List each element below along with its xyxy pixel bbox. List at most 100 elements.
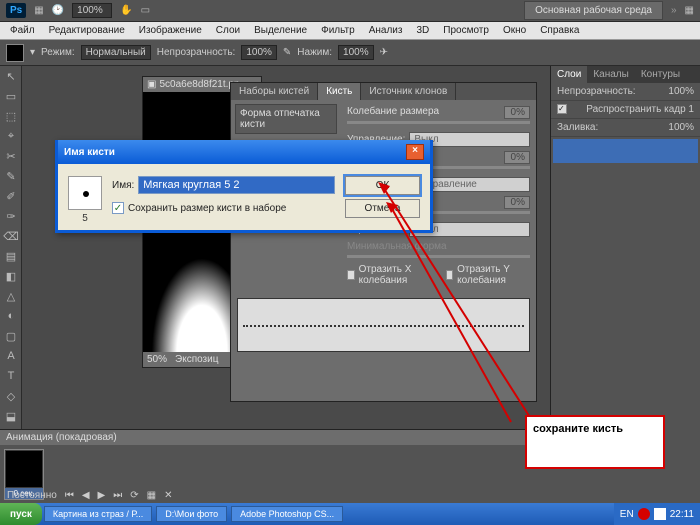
tab-brush[interactable]: Кисть bbox=[318, 83, 361, 100]
size-jitter-slider[interactable] bbox=[347, 121, 530, 124]
menu-edit[interactable]: Редактирование bbox=[43, 23, 131, 38]
tool-heal[interactable]: ✐ bbox=[0, 186, 22, 206]
tool-marquee[interactable]: ▭ bbox=[0, 86, 22, 106]
tool-move[interactable]: ↖ bbox=[0, 66, 22, 86]
tool-stamp[interactable]: ⌫ bbox=[0, 226, 22, 246]
layer-opacity-label: Непрозрачность: bbox=[557, 86, 636, 97]
menu-analysis[interactable]: Анализ bbox=[363, 23, 409, 38]
tool-eyedrop[interactable]: ✎ bbox=[0, 166, 22, 186]
tab-channels[interactable]: Каналы bbox=[587, 66, 635, 83]
history-icon[interactable]: 🕑 bbox=[52, 5, 64, 16]
tool-eraser[interactable]: ◧ bbox=[0, 266, 22, 286]
animation-controls: Постоянно ⏮ ◀ ▶ ⏭ ⟳ ▦ ✕ bbox=[4, 490, 175, 501]
min-shape-slider[interactable] bbox=[347, 255, 530, 258]
flip-y-checkbox[interactable] bbox=[446, 270, 454, 280]
tool-type[interactable]: T bbox=[0, 366, 22, 386]
loop-select[interactable]: Постоянно bbox=[4, 490, 60, 501]
start-button[interactable]: пуск bbox=[0, 503, 42, 525]
lang-indicator[interactable]: EN bbox=[620, 509, 634, 520]
close-button[interactable]: × bbox=[406, 144, 424, 160]
taskbar-item[interactable]: Adobe Photoshop CS... bbox=[231, 506, 343, 522]
animation-panel-title[interactable]: Анимация (покадровая) bbox=[0, 430, 550, 445]
play-button[interactable]: ▶ bbox=[95, 490, 109, 501]
airbrush-icon[interactable]: ✈ bbox=[380, 47, 388, 58]
tool-crop[interactable]: ✂ bbox=[0, 146, 22, 166]
menu-3d[interactable]: 3D bbox=[410, 23, 435, 38]
view-icon[interactable]: ▭ bbox=[141, 5, 150, 16]
system-tray[interactable]: EN 22:11 bbox=[614, 503, 700, 525]
tool-wand[interactable]: ⌖ bbox=[0, 126, 22, 146]
tab-paths[interactable]: Контуры bbox=[635, 66, 686, 83]
tab-layers[interactable]: Слои bbox=[551, 66, 587, 83]
document-status: Экспозиц bbox=[175, 354, 218, 365]
dialog-title: Имя кисти bbox=[64, 147, 115, 158]
flip-x-checkbox[interactable] bbox=[347, 270, 355, 280]
brush-dropdown-icon[interactable]: ▾ bbox=[30, 47, 35, 58]
menu-filter[interactable]: Фильтр bbox=[315, 23, 361, 38]
menu-select[interactable]: Выделение bbox=[248, 23, 313, 38]
menu-image[interactable]: Изображение bbox=[133, 23, 208, 38]
min-diameter-value[interactable]: 0% bbox=[504, 151, 530, 164]
flow-field[interactable]: 100% bbox=[338, 45, 374, 60]
document-zoom[interactable]: 50% bbox=[147, 354, 167, 365]
taskbar-item[interactable]: D:\Мои фото bbox=[156, 506, 227, 522]
flip-y-label: Отразить Y колебания bbox=[457, 264, 530, 286]
propagate-checkbox[interactable] bbox=[557, 104, 567, 114]
menu-layers[interactable]: Слои bbox=[210, 23, 246, 38]
tween-button[interactable]: ⟳ bbox=[127, 490, 141, 501]
tablet-icon[interactable]: ✎ bbox=[283, 47, 291, 58]
cancel-button[interactable]: Отмена bbox=[345, 199, 420, 218]
shape-jitter-value[interactable]: 0% bbox=[504, 196, 530, 209]
tray-icon[interactable] bbox=[654, 508, 666, 520]
app-topbar: Ps ▦ 🕑 100% ✋ ▭ Основная рабочая среда »… bbox=[0, 0, 700, 22]
first-frame-button[interactable]: ⏮ bbox=[62, 490, 77, 501]
mode-select[interactable]: Нормальный bbox=[81, 45, 151, 60]
menu-window[interactable]: Окно bbox=[497, 23, 532, 38]
brush-preset-swatch[interactable] bbox=[6, 44, 24, 62]
workspace-button[interactable]: Основная рабочая среда bbox=[524, 1, 663, 20]
layer-opacity-value[interactable]: 100% bbox=[668, 86, 694, 97]
frame-thumbnail bbox=[6, 451, 42, 487]
layer-fill-value[interactable]: 100% bbox=[668, 122, 694, 133]
tool-dodge[interactable]: ▢ bbox=[0, 326, 22, 346]
brush-name-dialog[interactable]: Имя кисти × 5 Имя: ✓ Сохранить размер ки… bbox=[55, 140, 433, 233]
tab-brush-presets[interactable]: Наборы кистей bbox=[231, 83, 318, 100]
size-jitter-label: Колебание размера bbox=[347, 106, 439, 119]
prev-frame-button[interactable]: ◀ bbox=[79, 490, 93, 501]
clock[interactable]: 22:11 bbox=[670, 509, 694, 520]
tool-pen[interactable]: A bbox=[0, 346, 22, 366]
bridge-icon[interactable]: ▦ bbox=[34, 5, 43, 16]
tool-shape[interactable]: ⬓ bbox=[0, 406, 22, 426]
size-jitter-value[interactable]: 0% bbox=[504, 106, 530, 119]
delete-frame-button[interactable]: ✕ bbox=[161, 490, 175, 501]
tab-clone-source[interactable]: Источник клонов bbox=[361, 83, 456, 100]
opacity-field[interactable]: 100% bbox=[241, 45, 277, 60]
new-frame-button[interactable]: ▦ bbox=[144, 490, 159, 501]
chevrons-icon[interactable]: » bbox=[671, 5, 677, 16]
grid-icon[interactable]: ▦ bbox=[685, 5, 694, 16]
tool-path[interactable]: ◇ bbox=[0, 386, 22, 406]
tool-history[interactable]: ▤ bbox=[0, 246, 22, 266]
dialog-titlebar[interactable]: Имя кисти × bbox=[58, 140, 430, 164]
menu-file[interactable]: Файл bbox=[4, 23, 41, 38]
layer-item-selected[interactable] bbox=[553, 139, 698, 163]
document-title: 5c0a6e8d8f21t.pn bbox=[159, 79, 239, 90]
brush-name-input[interactable] bbox=[138, 176, 335, 194]
tool-brush[interactable]: ✑ bbox=[0, 206, 22, 226]
next-frame-button[interactable]: ⏭ bbox=[110, 490, 125, 501]
brush-panel[interactable]: Наборы кистей Кисть Источник клонов Форм… bbox=[230, 82, 537, 402]
tool-lasso[interactable]: ⬚ bbox=[0, 106, 22, 126]
brush-tip-shape-header[interactable]: Форма отпечатка кисти bbox=[235, 104, 337, 134]
taskbar: пуск Картина из страз / Р... D:\Мои фото… bbox=[0, 503, 700, 525]
tool-blur[interactable]: ◐ bbox=[0, 306, 22, 326]
opacity-label: Непрозрачность: bbox=[157, 47, 236, 58]
taskbar-item[interactable]: Картина из страз / Р... bbox=[44, 506, 152, 522]
menu-view[interactable]: Просмотр bbox=[437, 23, 495, 38]
zoom-select[interactable]: 100% bbox=[72, 3, 112, 18]
save-size-checkbox[interactable]: ✓ bbox=[112, 202, 124, 214]
hand-icon[interactable]: ✋ bbox=[120, 5, 132, 16]
ok-button[interactable]: ОК bbox=[345, 176, 420, 195]
tool-gradient[interactable]: △ bbox=[0, 286, 22, 306]
tray-icon[interactable] bbox=[638, 508, 650, 520]
menu-help[interactable]: Справка bbox=[534, 23, 585, 38]
